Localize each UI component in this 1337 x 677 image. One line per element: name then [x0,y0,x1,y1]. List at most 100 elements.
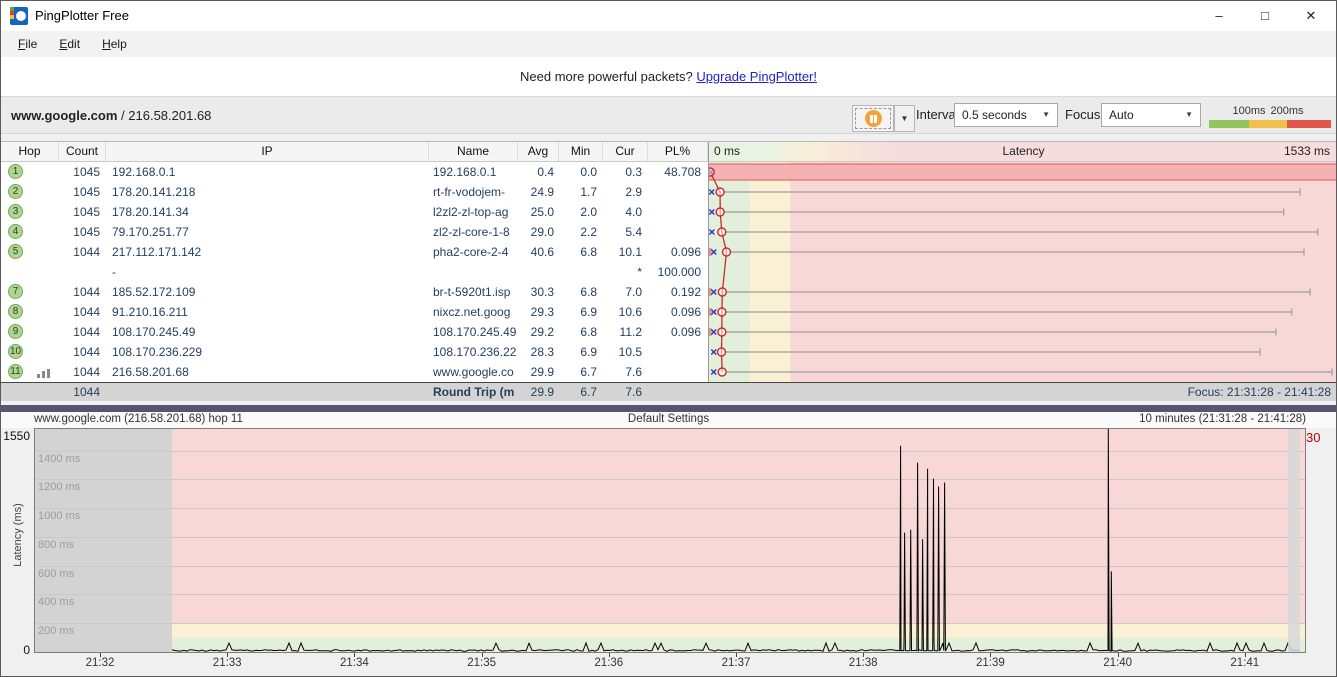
name-cell: l2zl2-zl-top-ag [429,202,518,222]
menu-file[interactable]: File [7,34,48,54]
packet-loss-cell [648,202,708,222]
upgrade-link[interactable]: Upgrade PingPlotter! [696,69,817,84]
hop-badge: 8 [8,304,23,319]
xaxis-label: 21:34 [340,657,369,669]
ip-cell: 185.52.172.109 [106,282,429,302]
hop-cell: 2 [1,182,59,202]
interval-select[interactable]: 0.5 seconds ▼ [954,103,1058,127]
avg-cell: 0.4 [518,162,559,182]
summary-cur: 7.6 [603,383,648,402]
avg-cell: 29.9 [518,362,559,382]
table-header: HopCountIPNameAvgMinCurPL% [1,142,708,162]
pause-icon [865,110,882,127]
ip-cell: 217.112.171.142 [106,242,429,262]
timeline-xaxis: 21:3221:3321:3421:3521:3621:3721:3821:39… [34,653,1306,673]
summary-name: Round Trip (m [429,383,518,402]
history-graph-icon[interactable] [37,368,50,378]
column-header-avg[interactable]: Avg [518,142,559,161]
focus-select[interactable]: Auto ▼ [1101,103,1201,127]
min-cell: 1.7 [559,182,603,202]
count-cell: 1044 [59,322,106,342]
column-header-cur[interactable]: Cur [603,142,648,161]
name-cell: 108.170.245.49 [429,322,518,342]
pause-dropdown-button[interactable]: ▼ [894,105,915,132]
legend-gradient-bar [1209,120,1331,128]
column-header-ip[interactable]: IP [106,142,429,161]
current-position-strip [1288,429,1300,653]
minimize-button[interactable]: – [1196,1,1242,31]
panel-splitter[interactable] [1,405,1336,412]
hop-cell: 8 [1,302,59,322]
avg-cell: 24.9 [518,182,559,202]
table-row[interactable]: 8104491.210.16.211nixcz.net.goog29.36.91… [1,302,708,322]
cur-cell: 10.1 [603,242,648,262]
table-row[interactable]: 51044217.112.171.142pha2-core-2-440.66.8… [1,242,708,262]
hop-cell: 11 [1,362,59,382]
column-header-pl[interactable]: PL% [648,142,708,161]
xaxis-label: 21:33 [213,657,242,669]
ip-cell: 108.170.245.49 [106,322,429,342]
column-header-hop[interactable]: Hop [1,142,59,161]
hop-badge: 5 [8,244,23,259]
table-row[interactable]: -*100.000 [1,262,708,282]
timeline-header: www.google.com (216.58.201.68) hop 11 De… [1,412,1336,428]
xaxis-label: 21:41 [1230,657,1259,669]
column-header-count[interactable]: Count [59,142,106,161]
count-cell [59,262,106,282]
latency-graph [708,162,1337,382]
pause-button[interactable] [852,105,894,132]
xaxis-label: 21:38 [849,657,878,669]
latency-column-header: 0 ms Latency 1533 ms [708,142,1337,162]
table-row[interactable]: 31045178.20.141.34l2zl2-zl-top-ag25.02.0… [1,202,708,222]
round-trip-row[interactable]: 1044 Round Trip (m 29.9 6.7 7.6 Focus: 2… [1,382,1337,402]
table-row[interactable]: 91044108.170.245.49108.170.245.4929.26.8… [1,322,708,342]
table-row[interactable]: 21045178.20.141.218rt-fr-vodojem-24.91.7… [1,182,708,202]
table-row[interactable]: 101044108.170.236.229108.170.236.2228.36… [1,342,708,362]
table-row[interactable]: 4104579.170.251.77zl2-zl-core-1-829.02.2… [1,222,708,242]
cur-cell: * [603,262,648,282]
hop-cell: 3 [1,202,59,222]
cur-cell: 10.5 [603,342,648,362]
name-cell: zl2-zl-core-1-8 [429,222,518,242]
hop-badge: 1 [8,164,23,179]
ip-cell: 192.168.0.1 [106,162,429,182]
target-separator: / [117,108,128,123]
ip-cell: 178.20.141.218 [106,182,429,202]
min-cell: 6.8 [559,282,603,302]
table-row[interactable]: 71044185.52.172.109br-t-5920t1.isp30.36.… [1,282,708,302]
ip-cell: - [106,262,429,282]
table-row[interactable]: 11045192.168.0.1192.168.0.10.40.00.348.7… [1,162,708,182]
min-cell: 6.8 [559,322,603,342]
avg-cell: 29.2 [518,322,559,342]
timeline-plot[interactable]: 200 ms400 ms600 ms800 ms1000 ms1200 ms14… [34,428,1306,653]
close-button[interactable]: ✕ [1288,1,1334,31]
hop-badge: 7 [8,284,23,299]
count-cell: 1044 [59,362,106,382]
hop-badge: 4 [8,224,23,239]
legend-segment-1 [1249,120,1287,128]
packet-loss-cell: 0.096 [648,302,708,322]
column-header-min[interactable]: Min [559,142,603,161]
hop-badge: 3 [8,204,23,219]
cur-cell: 10.6 [603,302,648,322]
name-cell: rt-fr-vodojem- [429,182,518,202]
menu-help[interactable]: Help [91,34,138,54]
maximize-button[interactable]: □ [1242,1,1288,31]
upgrade-banner: Need more powerful packets? Upgrade Ping… [1,57,1336,96]
trace-table: HopCountIPNameAvgMinCurPL% 0 ms Latency … [1,141,1336,402]
hop-cell: 9 [1,322,59,342]
summary-min: 6.7 [559,383,603,402]
timeline-trace-svg [35,429,1305,652]
name-cell: pha2-core-2-4 [429,242,518,262]
hop-cell [1,262,59,282]
legend-segment-0 [1209,120,1249,128]
avg-cell: 40.6 [518,242,559,262]
table-row[interactable]: 111044216.58.201.68www.google.co29.96.77… [1,362,708,382]
hop-cell: 4 [1,222,59,242]
name-cell: 108.170.236.22 [429,342,518,362]
focus-value: Auto [1109,108,1134,122]
count-cell: 1044 [59,282,106,302]
column-header-name[interactable]: Name [429,142,518,161]
packet-loss-cell [648,362,708,382]
menu-edit[interactable]: Edit [48,34,91,54]
